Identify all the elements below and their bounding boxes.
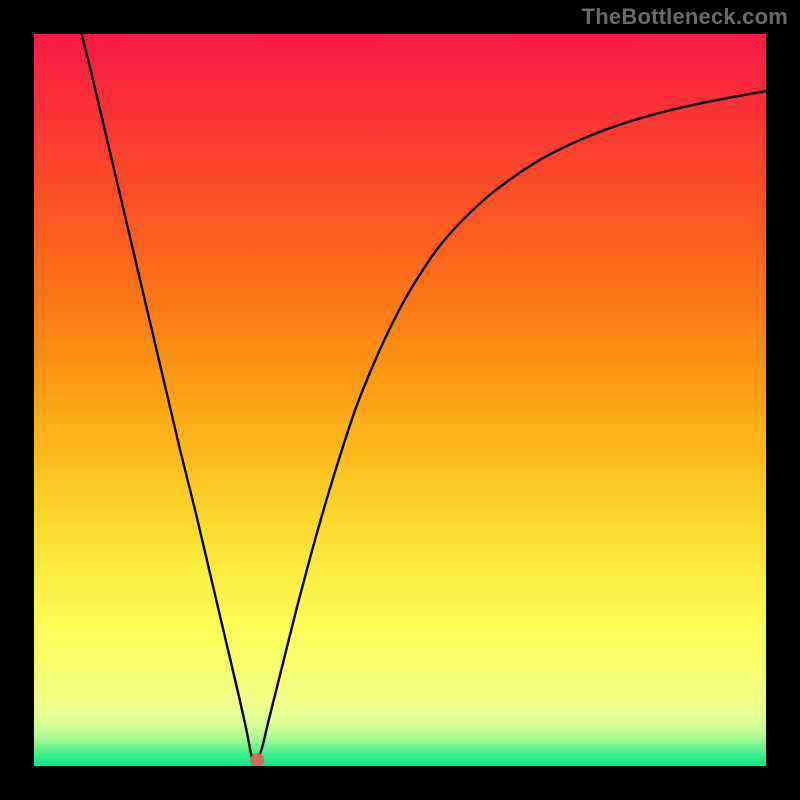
watermark-text: TheBottleneck.com <box>582 4 788 30</box>
plot-area <box>34 34 766 766</box>
plot-svg <box>34 34 766 766</box>
gradient-background <box>34 34 766 766</box>
chart-frame: TheBottleneck.com <box>0 0 800 800</box>
